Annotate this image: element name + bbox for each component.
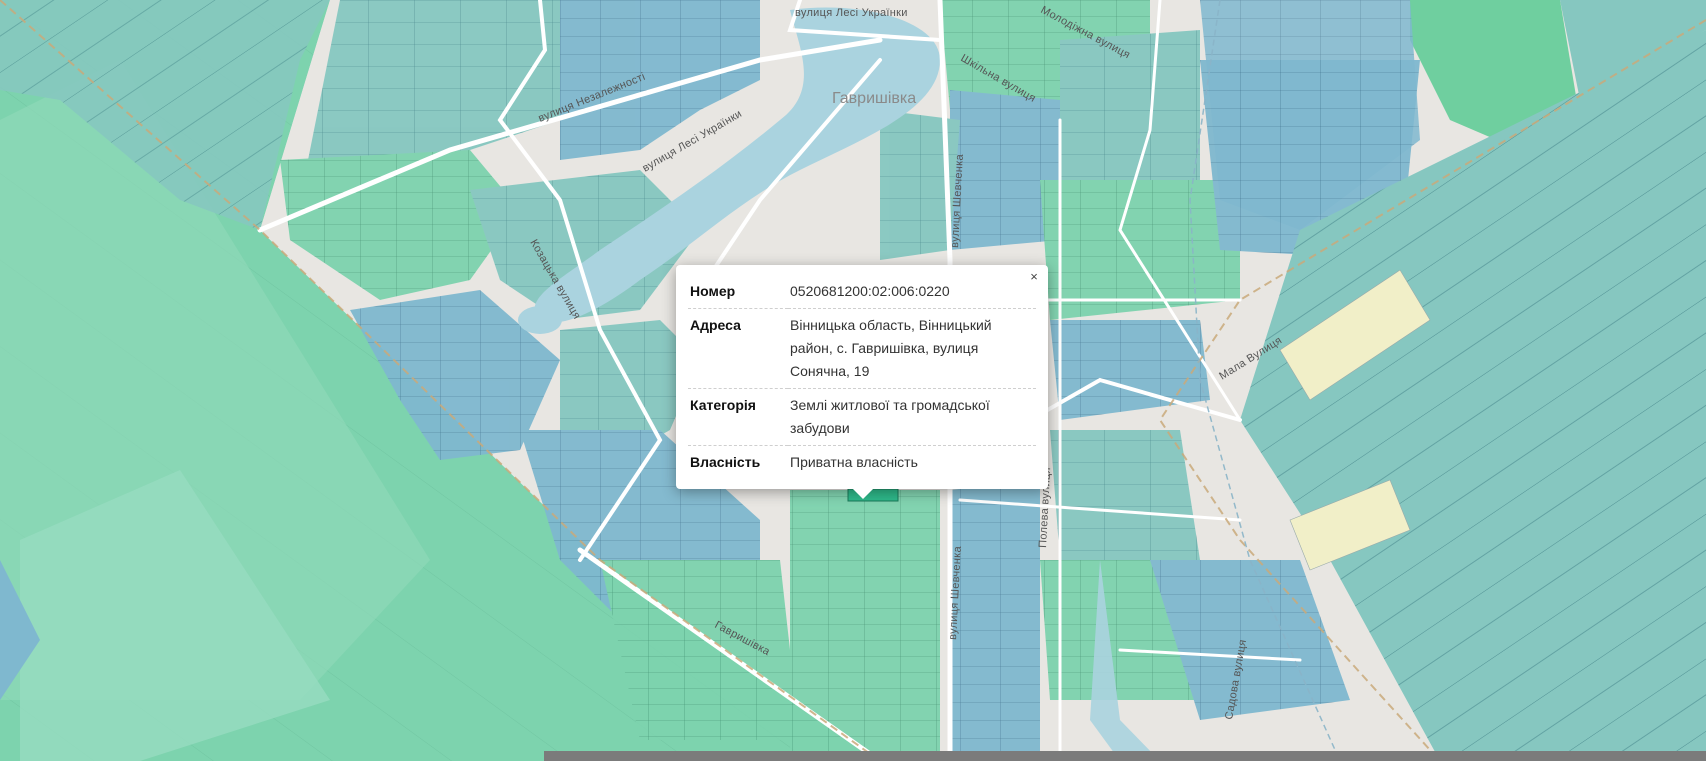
row-value-address: Вінницька область, Вінницький район, с. … <box>788 308 1036 389</box>
row-value-ownership: Приватна власність <box>790 454 918 470</box>
parcel-info-table: Номер 0520681200:02:006:0220 Адреса Вінн… <box>688 275 1036 479</box>
row-key-category: Категорія <box>688 388 788 446</box>
row-key-address: Адреса <box>688 308 788 389</box>
row-key-ownership: Власність <box>690 454 761 470</box>
popup-tip <box>852 488 874 499</box>
place-label: Гавришівка <box>832 90 916 107</box>
row-key-number: Номер <box>688 275 788 309</box>
street-label: вулиця Лесі Українки <box>795 7 908 19</box>
bottom-scrollbar[interactable] <box>544 751 1706 761</box>
table-row: Категорія Землі житлової та громадської … <box>688 388 1036 446</box>
table-row: Власність Приватна власність <box>688 446 1036 480</box>
row-value-number: 0520681200:02:006:0220 <box>788 275 1036 309</box>
table-row: Адреса Вінницька область, Вінницький рай… <box>688 308 1036 389</box>
table-row: Номер 0520681200:02:006:0220 <box>688 275 1036 309</box>
close-icon[interactable]: × <box>1026 269 1042 285</box>
parcel-info-popup: × Номер 0520681200:02:006:0220 Адреса Ві… <box>676 265 1048 499</box>
row-value-category: Землі житлової та громадської забудови <box>788 388 1036 446</box>
